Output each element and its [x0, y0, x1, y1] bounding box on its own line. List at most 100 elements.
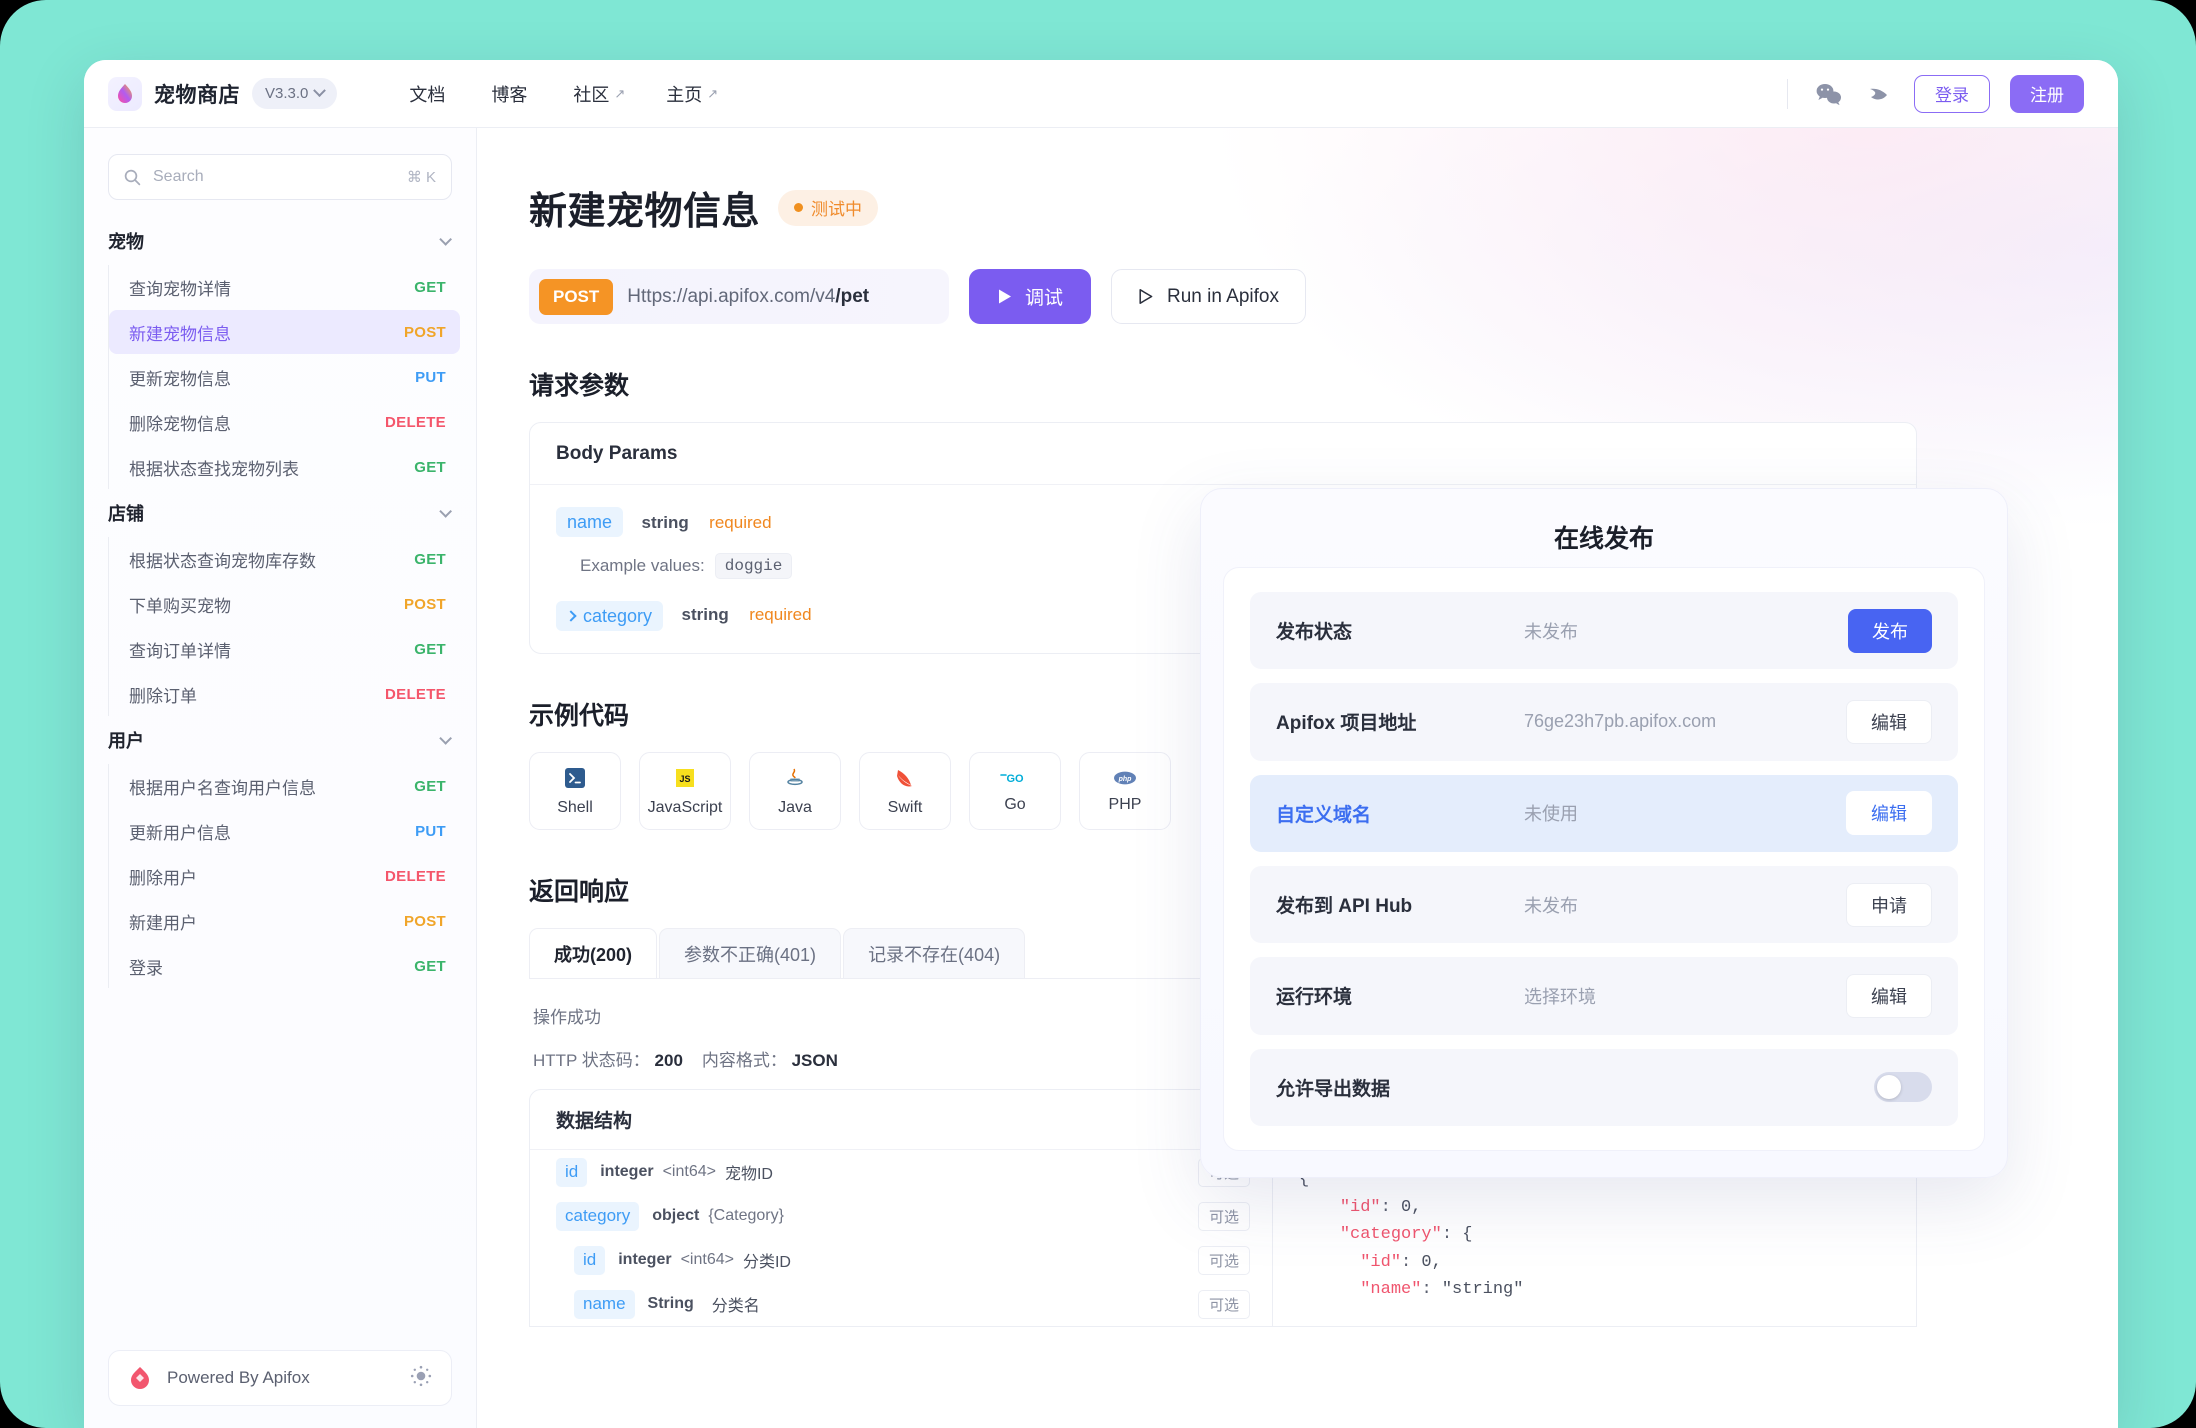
publish-row-value: 未发布 [1524, 618, 1848, 644]
field-type: object [652, 1207, 699, 1225]
publish-modal-title: 在线发布 [1201, 519, 2007, 555]
sidebar-group-0[interactable]: 宠物 [84, 218, 476, 264]
chevron-down-icon [439, 732, 452, 745]
sidebar-group-2[interactable]: 用户 [84, 717, 476, 763]
signup-button[interactable]: 注册 [2010, 75, 2084, 113]
sidebar-item-label: 更新用户信息 [129, 819, 231, 844]
publish-row-action-button[interactable]: 申请 [1846, 883, 1932, 927]
sidebar-item[interactable]: 删除用户DELETE [109, 854, 460, 898]
field-optional-badge: 可选 [1198, 1290, 1250, 1319]
nav-item-community[interactable]: 社区 ↗ [573, 81, 625, 107]
field-row: idinteger<int64>分类ID可选 [530, 1238, 1272, 1282]
main-nav: 文档 博客 社区 ↗ 主页 ↗ [409, 81, 718, 107]
sidebar-item[interactable]: 根据状态查找宠物列表GET [109, 445, 460, 489]
publish-row-value: 76ge23h7pb.apifox.com [1524, 711, 1846, 732]
endpoint-url-box[interactable]: POST Https://api.apifox.com/v4/pet [529, 269, 949, 324]
data-structure-panel: 数据结构 idinteger<int64>宠物ID可选categoryobjec… [530, 1090, 1273, 1326]
play-icon [997, 288, 1013, 305]
body-params-header: Body Params [530, 423, 1916, 485]
field-description: 分类名 [712, 1292, 760, 1316]
sidebar-item[interactable]: 根据状态查询宠物库存数GET [109, 537, 460, 581]
sidebar: Search ⌘ K 宠物查询宠物详情GET新建宠物信息POST更新宠物信息PU… [84, 128, 477, 1428]
lang-javascript[interactable]: JS JavaScript [639, 752, 731, 830]
sidebar-item[interactable]: 删除订单DELETE [109, 672, 460, 716]
sidebar-item-method: GET [414, 641, 446, 658]
data-structure-title: 数据结构 [556, 1106, 632, 1133]
data-structure-header: 数据结构 [530, 1090, 1272, 1150]
apifox-mark-icon [127, 1365, 153, 1391]
sidebar-item-method: POST [404, 324, 446, 341]
publish-row-value: 未发布 [1524, 892, 1846, 918]
sidebar-group-label: 店铺 [108, 500, 144, 526]
status-badge-label: 测试中 [811, 195, 862, 220]
powered-by-label: Powered By Apifox [167, 1368, 310, 1388]
sidebar-item[interactable]: 登录GET [109, 944, 460, 988]
feishu-icon[interactable] [1864, 79, 1894, 109]
field-row: nameString分类名可选 [530, 1282, 1272, 1326]
theme-toggle-icon[interactable] [409, 1364, 433, 1393]
api-tree: 宠物查询宠物详情GET新建宠物信息POST更新宠物信息PUT删除宠物信息DELE… [84, 208, 476, 1350]
publish-row-action-button[interactable]: 编辑 [1846, 974, 1932, 1018]
sidebar-item[interactable]: 查询订单详情GET [109, 627, 460, 671]
brand[interactable]: 宠物商店 [108, 77, 240, 111]
param-required: required [749, 605, 811, 624]
chevron-down-icon [314, 84, 327, 97]
nav-item-home[interactable]: 主页 ↗ [666, 81, 718, 107]
sidebar-group-1[interactable]: 店铺 [84, 490, 476, 536]
lang-java[interactable]: Java [749, 752, 841, 830]
lang-shell[interactable]: Shell [529, 752, 621, 830]
app-body: Search ⌘ K 宠物查询宠物详情GET新建宠物信息POST更新宠物信息PU… [84, 128, 2118, 1428]
powered-by-footer[interactable]: Powered By Apifox [108, 1350, 452, 1406]
status-badge: 测试中 [778, 190, 878, 226]
publish-row-label: Apifox 项目地址 [1276, 708, 1524, 735]
publish-row: 发布状态未发布发布 [1250, 592, 1958, 669]
sidebar-item[interactable]: 删除宠物信息DELETE [109, 400, 460, 444]
publish-row-action-button[interactable]: 发布 [1848, 609, 1932, 653]
publish-row-action-button[interactable]: 编辑 [1846, 700, 1932, 744]
publish-row-label: 发布状态 [1276, 617, 1524, 644]
swift-icon [893, 766, 917, 790]
publish-row-label: 允许导出数据 [1276, 1074, 1524, 1101]
publish-row-label: 自定义域名 [1276, 800, 1524, 827]
javascript-icon: JS [673, 766, 697, 790]
search-placeholder: Search [153, 168, 395, 186]
run-in-apifox-button[interactable]: Run in Apifox [1111, 269, 1306, 324]
publish-row: 自定义域名未使用编辑 [1250, 775, 1958, 852]
lang-swift[interactable]: Swift [859, 752, 951, 830]
login-button[interactable]: 登录 [1914, 75, 1990, 113]
field-description: 分类ID [743, 1248, 791, 1272]
sidebar-item[interactable]: 新建用户POST [109, 899, 460, 943]
app-window: 宠物商店 V3.3.0 文档 博客 社区 ↗ [84, 60, 2118, 1428]
tab-success-200[interactable]: 成功(200) [529, 928, 657, 978]
play-outline-icon [1138, 288, 1154, 305]
field-row: idinteger<int64>宠物ID可选 [530, 1150, 1272, 1194]
allow-export-toggle[interactable] [1874, 1072, 1932, 1102]
sidebar-item[interactable]: 根据用户名查询用户信息GET [109, 764, 460, 808]
lang-php[interactable]: php PHP [1079, 752, 1171, 830]
tab-not-found-404[interactable]: 记录不存在(404) [843, 928, 1025, 978]
wechat-icon[interactable] [1814, 79, 1844, 109]
publish-row: 发布到 API Hub未发布申请 [1250, 866, 1958, 943]
sidebar-item[interactable]: 新建宠物信息POST [109, 310, 460, 354]
lang-label: PHP [1109, 796, 1142, 814]
method-badge: POST [539, 279, 613, 315]
publish-modal: 在线发布 发布状态未发布发布Apifox 项目地址76ge23h7pb.apif… [1200, 488, 2008, 1178]
sidebar-item[interactable]: 更新用户信息PUT [109, 809, 460, 853]
version-selector[interactable]: V3.3.0 [252, 78, 337, 109]
debug-label: 调试 [1025, 283, 1063, 310]
sidebar-item[interactable]: 下单购买宠物POST [109, 582, 460, 626]
search-shortcut: ⌘ K [407, 168, 436, 186]
debug-button[interactable]: 调试 [969, 269, 1091, 324]
publish-row-action-button[interactable]: 编辑 [1846, 791, 1932, 835]
search-input[interactable]: Search ⌘ K [108, 154, 452, 200]
chevron-down-icon [439, 233, 452, 246]
nav-item-blog[interactable]: 博客 [491, 81, 532, 107]
lang-label: Swift [888, 799, 923, 817]
lang-go[interactable]: GO Go [969, 752, 1061, 830]
sidebar-item[interactable]: 查询宠物详情GET [109, 265, 460, 309]
tab-bad-request-401[interactable]: 参数不正确(401) [659, 928, 841, 978]
sidebar-item[interactable]: 更新宠物信息PUT [109, 355, 460, 399]
sidebar-item-label: 根据用户名查询用户信息 [129, 774, 316, 799]
nav-item-docs[interactable]: 文档 [409, 81, 450, 107]
nav-label: 社区 [573, 81, 609, 107]
